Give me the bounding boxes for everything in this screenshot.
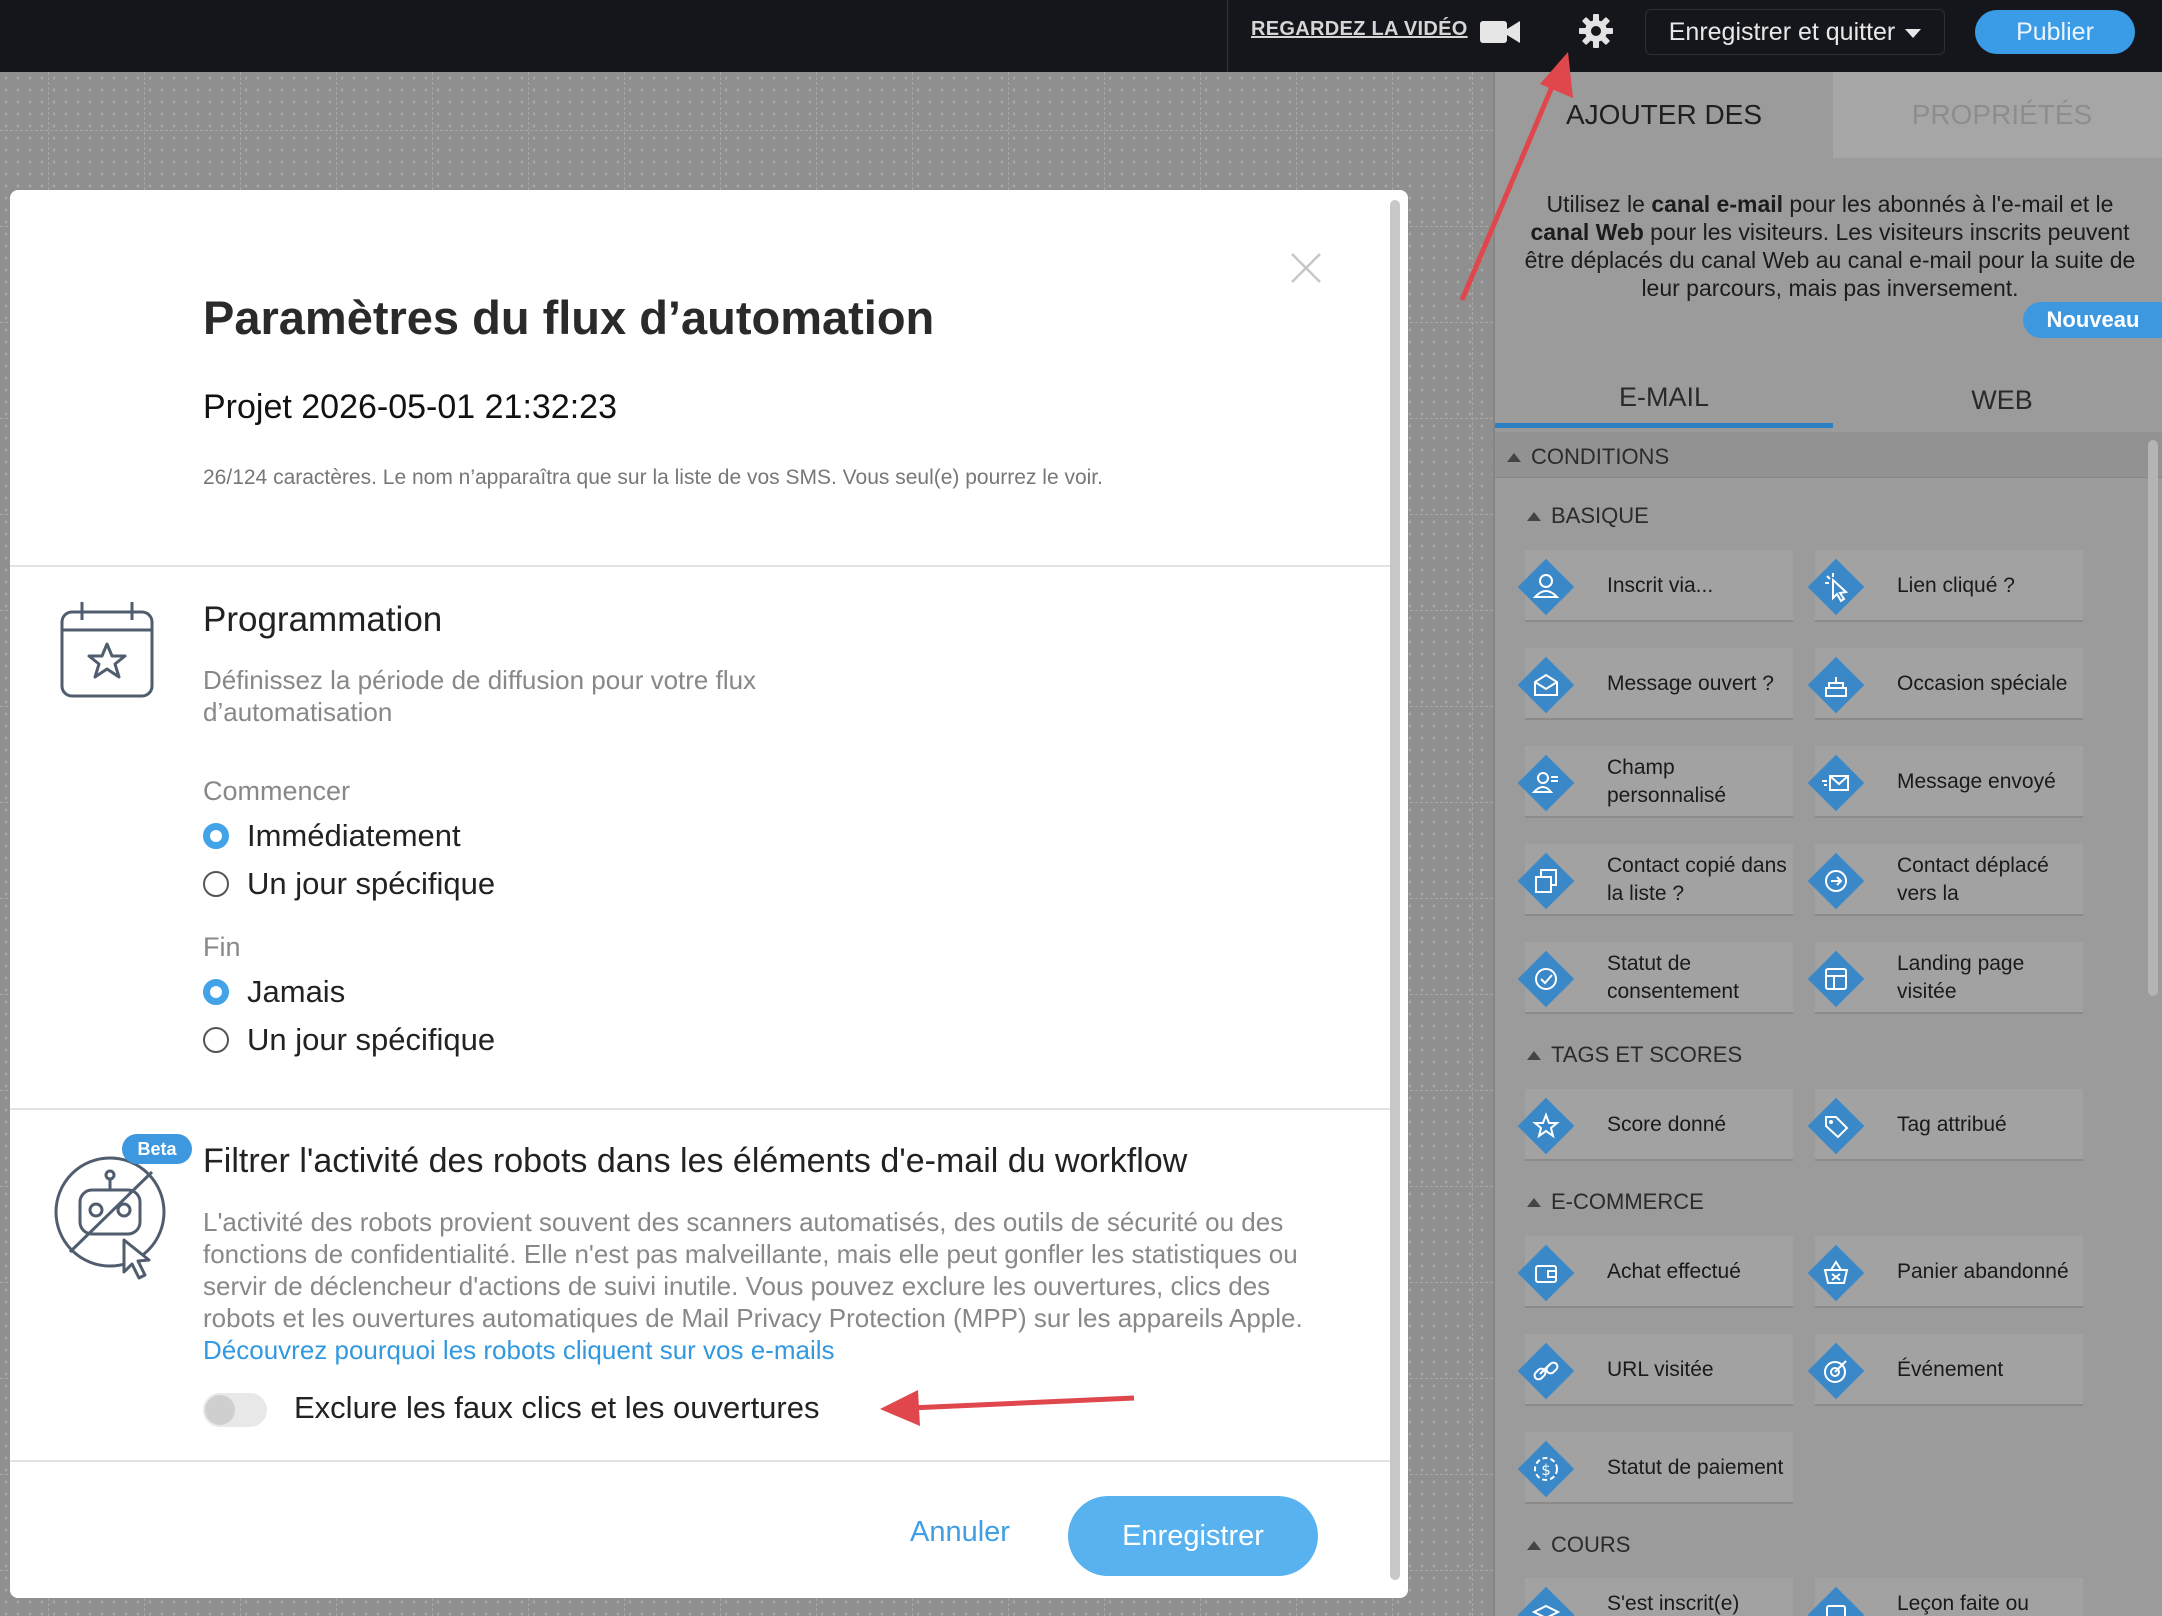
collapse-triangle-icon: [1527, 1050, 1541, 1060]
section-divider: [10, 565, 1390, 567]
panel-scrollbar[interactable]: [2148, 440, 2158, 996]
elements-panel: AJOUTER DES PROPRIÉTÉS Utilisez le canal…: [1493, 72, 2162, 1616]
move-arrow-icon: [1807, 852, 1865, 910]
condition-landing-page[interactable]: Landing page visitée: [1807, 942, 2083, 1014]
start-immediately-radio[interactable]: Immédiatement: [203, 818, 461, 854]
end-never-radio[interactable]: Jamais: [203, 974, 345, 1010]
condition-occasion-speciale[interactable]: Occasion spéciale: [1807, 648, 2083, 720]
topbar-divider: [1227, 0, 1228, 72]
collapse-triangle-icon: [1507, 452, 1521, 462]
top-bar: REGARDEZ LA VIDÉO Enregistrer et quitter…: [0, 0, 2162, 72]
calendar-star-icon: [60, 602, 154, 698]
tab-add-elements[interactable]: AJOUTER DES: [1495, 72, 1833, 158]
condition-statut-consentement[interactable]: Statut de consentement: [1517, 942, 1793, 1014]
cursor-click-icon: [1807, 558, 1865, 616]
publish-button[interactable]: Publier: [1975, 10, 2135, 54]
section-basique[interactable]: BASIQUE: [1527, 503, 1649, 529]
section-tags-scores[interactable]: TAGS ET SCORES: [1527, 1042, 1742, 1068]
condition-champ-personnalise[interactable]: Champ personnalisé: [1517, 746, 1793, 818]
condition-evenement[interactable]: Événement: [1807, 1334, 2083, 1406]
end-specific-day-radio[interactable]: Un jour spécifique: [203, 1022, 495, 1058]
tag-icon: [1807, 1097, 1865, 1155]
envelope-open-icon: [1517, 656, 1575, 714]
cake-icon: [1807, 656, 1865, 714]
exclude-bot-clicks-toggle[interactable]: [203, 1393, 267, 1427]
save-and-quit-label: Enregistrer et quitter: [1668, 17, 1896, 46]
section-divider: [10, 1460, 1390, 1462]
radio-selected[interactable]: [203, 823, 229, 849]
schedule-description: Définissez la période de diffusion pour …: [203, 665, 757, 727]
watch-video-link[interactable]: REGARDEZ LA VIDÉO: [1251, 18, 1468, 41]
tab-email-channel[interactable]: E-MAIL: [1495, 372, 1833, 428]
end-label: Fin: [203, 932, 241, 962]
beta-badge: Beta: [122, 1134, 192, 1164]
workflow-name-field[interactable]: Projet 2026-05-01 21:32:23: [203, 388, 617, 427]
radio-selected[interactable]: [203, 979, 229, 1005]
start-label: Commencer: [203, 776, 351, 806]
dialog-scrollbar[interactable]: [1390, 200, 1400, 1580]
dialog-title: Paramètres du flux d’automation: [203, 291, 935, 344]
envelope-sent-icon: [1807, 754, 1865, 812]
collapse-triangle-icon: [1527, 511, 1541, 521]
condition-panier-abandonne[interactable]: Panier abandonné: [1807, 1236, 2083, 1308]
user-field-icon: [1517, 754, 1575, 812]
radio-unselected[interactable]: [203, 1027, 229, 1053]
new-badge: Nouveau: [2023, 302, 2162, 338]
tab-properties[interactable]: PROPRIÉTÉS: [1833, 72, 2162, 158]
condition-inscrit-via[interactable]: Inscrit via...: [1517, 550, 1793, 622]
condition-statut-paiement[interactable]: $ Statut de paiement: [1517, 1432, 1793, 1504]
condition-lien-clique[interactable]: Lien cliqué ?: [1807, 550, 2083, 622]
svg-text:$: $: [1541, 1461, 1551, 1479]
robot-filter-title: Filtrer l'activité des robots dans les é…: [203, 1142, 1188, 1180]
graduation-icon: [1517, 1586, 1575, 1616]
save-and-quit-button[interactable]: Enregistrer et quitter: [1645, 9, 1945, 55]
collapse-triangle-icon: [1527, 1197, 1541, 1207]
link-icon: [1517, 1342, 1575, 1400]
check-circle-icon: [1517, 950, 1575, 1008]
star-icon: [1517, 1097, 1575, 1155]
section-ecommerce[interactable]: E-COMMERCE: [1527, 1189, 1704, 1215]
condition-achat-effectue[interactable]: Achat effectué: [1517, 1236, 1793, 1308]
schedule-title: Programmation: [203, 600, 443, 639]
wallet-icon: [1517, 1244, 1575, 1302]
cancel-button[interactable]: Annuler: [910, 1516, 1010, 1549]
condition-score-donne[interactable]: Score donné: [1517, 1089, 1793, 1161]
robot-filter-description: L'activité des robots provient souvent d…: [203, 1207, 1303, 1365]
exclude-bot-clicks-label: Exclure les faux clics et les ouvertures: [294, 1390, 820, 1425]
condition-contact-copie[interactable]: Contact copié dans la liste ?: [1517, 844, 1793, 916]
copy-icon: [1517, 852, 1575, 910]
save-button[interactable]: Enregistrer: [1068, 1496, 1318, 1576]
tab-web-channel[interactable]: WEB: [1833, 372, 2162, 428]
start-specific-day-radio[interactable]: Un jour spécifique: [203, 866, 495, 902]
user-icon: [1517, 558, 1575, 616]
section-divider: [10, 1108, 1390, 1110]
gear-icon[interactable]: [1578, 13, 1614, 49]
condition-lecon-faite[interactable]: Leçon faite ou: [1807, 1578, 2083, 1616]
condition-message-envoye[interactable]: Message envoyé: [1807, 746, 2083, 818]
automation-settings-dialog: Paramètres du flux d’automation Projet 2…: [10, 190, 1408, 1598]
condition-tag-attribue[interactable]: Tag attribué: [1807, 1089, 2083, 1161]
name-hint: 26/124 caractères. Le nom n’apparaîtra q…: [203, 466, 1103, 489]
video-camera-icon[interactable]: [1480, 19, 1520, 45]
section-cours[interactable]: COURS: [1527, 1532, 1630, 1558]
condition-contact-deplace[interactable]: Contact déplacé vers la: [1807, 844, 2083, 916]
target-icon: [1807, 1342, 1865, 1400]
condition-message-ouvert[interactable]: Message ouvert ?: [1517, 648, 1793, 720]
condition-url-visitee[interactable]: URL visitée: [1517, 1334, 1793, 1406]
close-icon[interactable]: [1288, 250, 1324, 286]
collapse-triangle-icon: [1527, 1540, 1541, 1550]
chevron-down-icon: [1905, 28, 1922, 38]
radio-unselected[interactable]: [203, 871, 229, 897]
conditions-header[interactable]: CONDITIONS: [1507, 444, 1669, 470]
payment-status-icon: $: [1517, 1440, 1575, 1498]
layout-icon: [1807, 950, 1865, 1008]
condition-inscrit-cours[interactable]: S'est inscrit(e): [1517, 1578, 1793, 1616]
learn-why-robots-link[interactable]: Découvrez pourquoi les robots cliquent s…: [203, 1335, 835, 1365]
channel-description: Utilisez le canal e-mail pour les abonné…: [1524, 191, 2136, 301]
conditions-label: CONDITIONS: [1531, 444, 1670, 469]
lesson-icon: [1807, 1586, 1865, 1616]
basket-icon: [1807, 1244, 1865, 1302]
toggle-knob[interactable]: [205, 1395, 235, 1425]
